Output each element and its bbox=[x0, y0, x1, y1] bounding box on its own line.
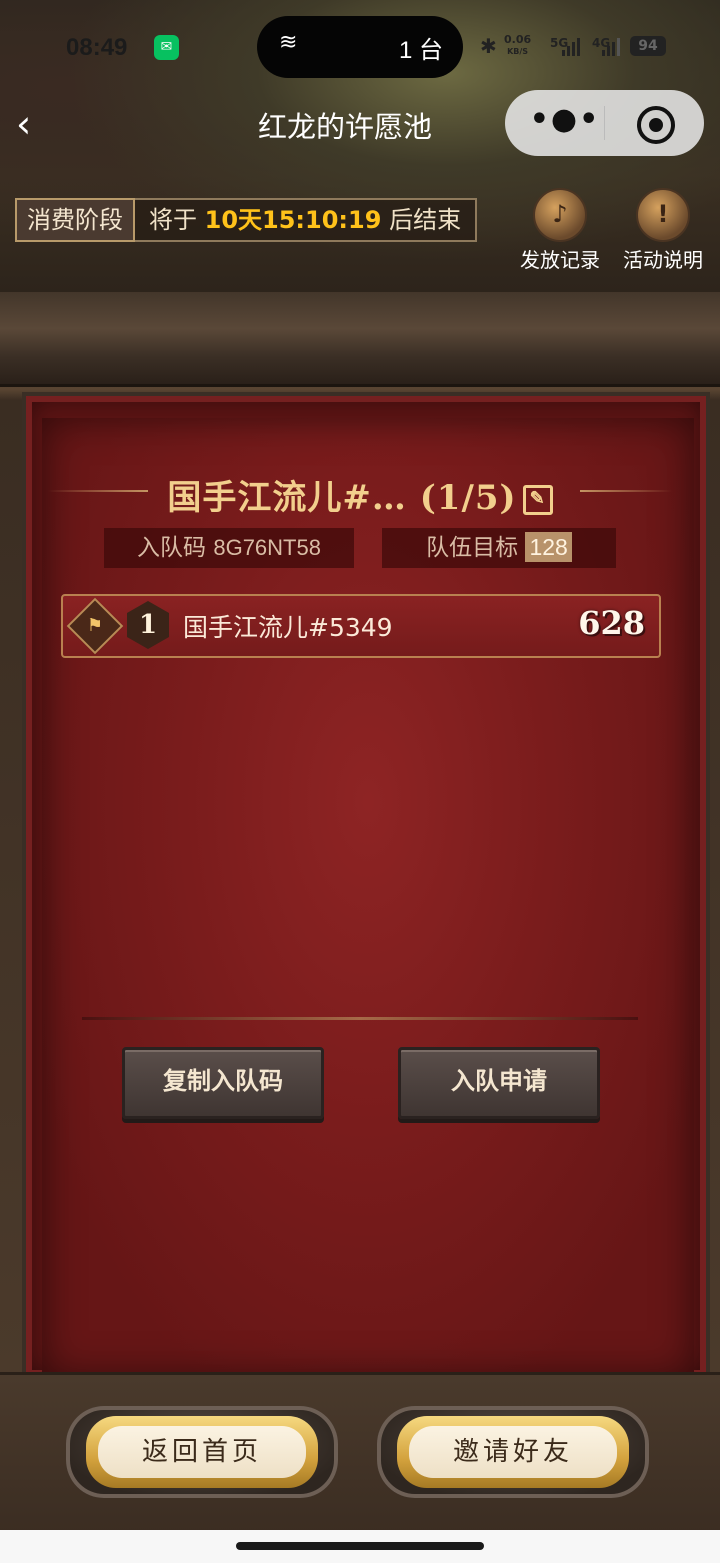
countdown-suffix: 后结束 bbox=[381, 206, 462, 234]
signal-bars-icon bbox=[602, 36, 622, 56]
hotspot-icon: ≋ bbox=[279, 30, 298, 55]
member-score: 628 bbox=[578, 604, 645, 642]
edit-icon[interactable]: ✎ bbox=[522, 485, 553, 515]
dynamic-island[interactable]: ≋ 1 台 bbox=[257, 16, 463, 78]
join-code-label: 入队码 bbox=[137, 535, 207, 561]
invite-friends-label: 邀请好友 bbox=[409, 1426, 617, 1478]
invite-friends-button[interactable]: 邀请好友 bbox=[377, 1406, 649, 1498]
net-speed-unit: KB/S bbox=[507, 47, 529, 56]
net-speed: 0.06 KB/S bbox=[504, 34, 531, 57]
join-request-button[interactable]: 入队申请 bbox=[398, 1047, 600, 1119]
net-speed-value: 0.06 bbox=[504, 33, 532, 46]
horn-icon: ♪ bbox=[533, 188, 587, 242]
phase-banner: 消费阶段 将于 10天15:10:19 后结束 bbox=[15, 198, 478, 242]
team-name: 国手江流儿#… (1/5) bbox=[167, 478, 517, 518]
miniprogram-capsule: •●• bbox=[505, 90, 704, 156]
more-options-button[interactable]: •●• bbox=[525, 100, 605, 146]
member-name: 国手江流儿#5349 bbox=[183, 613, 393, 642]
member-rank-badge: 1 bbox=[127, 601, 169, 649]
member-row[interactable]: ⚑ 1 国手江流儿#5349 628 bbox=[61, 594, 661, 658]
activity-info-link[interactable]: ! 活动说明 bbox=[618, 188, 708, 273]
system-nav-area bbox=[0, 1530, 720, 1563]
countdown-timer: 10天15:10:19 bbox=[204, 206, 382, 234]
activity-info-label: 活动说明 bbox=[623, 248, 703, 272]
copy-join-code-button[interactable]: 复制入队码 bbox=[122, 1047, 324, 1119]
frame-top-board bbox=[0, 292, 720, 387]
join-code-value: 8G76NT58 bbox=[213, 535, 321, 560]
join-code-box: 入队码 8G76NT58 bbox=[104, 528, 354, 568]
capsule-divider bbox=[604, 106, 605, 140]
status-icons: ✱ 0.06 KB/S 5G 4G 94 bbox=[480, 32, 680, 62]
return-home-button[interactable]: 返回首页 bbox=[66, 1406, 338, 1498]
clock: 08:49 bbox=[66, 34, 128, 61]
close-miniprogram-icon[interactable] bbox=[637, 106, 675, 144]
return-home-label: 返回首页 bbox=[98, 1426, 306, 1478]
bluetooth-icon: ✱ bbox=[480, 34, 497, 58]
wechat-icon: ✉ bbox=[154, 35, 179, 60]
signal-bars-icon bbox=[562, 36, 582, 56]
battery-icon: 94 bbox=[630, 36, 666, 56]
distribution-record-label: 发放记录 bbox=[520, 248, 600, 272]
home-indicator[interactable] bbox=[236, 1542, 484, 1550]
invite-friends-frame: 邀请好友 bbox=[397, 1416, 629, 1488]
connected-devices: 1 台 bbox=[398, 37, 443, 64]
team-title: 国手江流儿#… (1/5) ✎ bbox=[0, 470, 720, 519]
return-home-frame: 返回首页 bbox=[86, 1416, 318, 1488]
countdown-prefix: 将于 bbox=[149, 206, 205, 234]
captain-flag-icon: ⚑ bbox=[66, 597, 124, 655]
team-goal-value: 128 bbox=[525, 532, 572, 562]
phase-tag: 消费阶段 bbox=[15, 198, 135, 242]
team-goal-label: 队伍目标 bbox=[426, 535, 519, 561]
panel-divider bbox=[82, 1017, 638, 1020]
wood-frame: 国手江流儿#… (1/5) ✎ 入队码 8G76NT58 队伍目标 128 ⚑ 1… bbox=[0, 292, 720, 1380]
status-bar: 08:49 ✉ ≋ 1 台 ✱ 0.06 KB/S 5G 4G 94 bbox=[0, 0, 720, 95]
team-goal-box: 队伍目标 128 bbox=[382, 528, 616, 568]
distribution-record-link[interactable]: ♪ 发放记录 bbox=[515, 188, 605, 273]
phase-countdown-box: 将于 10天15:10:19 后结束 bbox=[135, 198, 478, 242]
scroll-icon: ! bbox=[636, 188, 690, 242]
